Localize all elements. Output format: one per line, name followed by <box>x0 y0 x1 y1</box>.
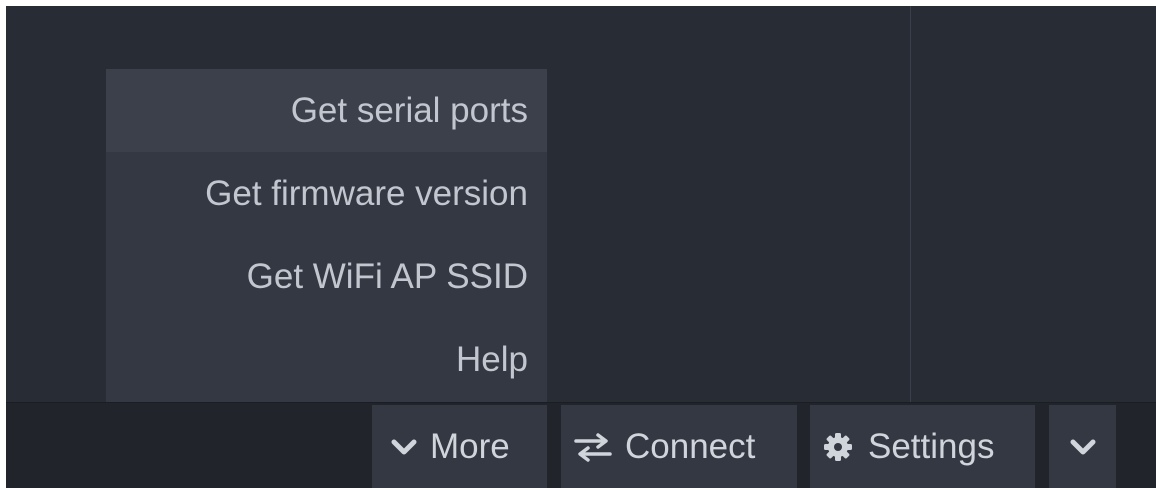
connect-button-label: Connect <box>625 426 756 466</box>
menu-item-label: Get serial ports <box>290 90 528 130</box>
settings-button[interactable]: Settings <box>810 405 1035 488</box>
menu-item-label: Get WiFi AP SSID <box>246 256 528 296</box>
settings-button-label: Settings <box>868 426 995 466</box>
connect-button[interactable]: Connect <box>561 405 797 488</box>
more-button-label: More <box>430 426 510 466</box>
gear-icon <box>822 431 854 463</box>
expand-panel-button[interactable] <box>1049 405 1116 488</box>
pane-divider[interactable] <box>910 6 911 402</box>
menu-item-label: Get firmware version <box>205 173 528 213</box>
more-dropdown-menu: Get serial ports Get firmware version Ge… <box>106 69 547 402</box>
more-button[interactable]: More <box>372 405 547 488</box>
menu-item-label: Help <box>456 339 528 379</box>
menu-item-get-firmware-version[interactable]: Get firmware version <box>106 152 547 235</box>
menu-item-help[interactable]: Help <box>106 318 547 401</box>
chevron-down-icon <box>388 432 420 462</box>
menu-item-get-serial-ports[interactable]: Get serial ports <box>106 69 547 152</box>
menu-item-get-wifi-ap-ssid[interactable]: Get WiFi AP SSID <box>106 235 547 318</box>
swap-arrows-icon <box>573 432 613 462</box>
chevron-down-icon <box>1067 432 1099 462</box>
